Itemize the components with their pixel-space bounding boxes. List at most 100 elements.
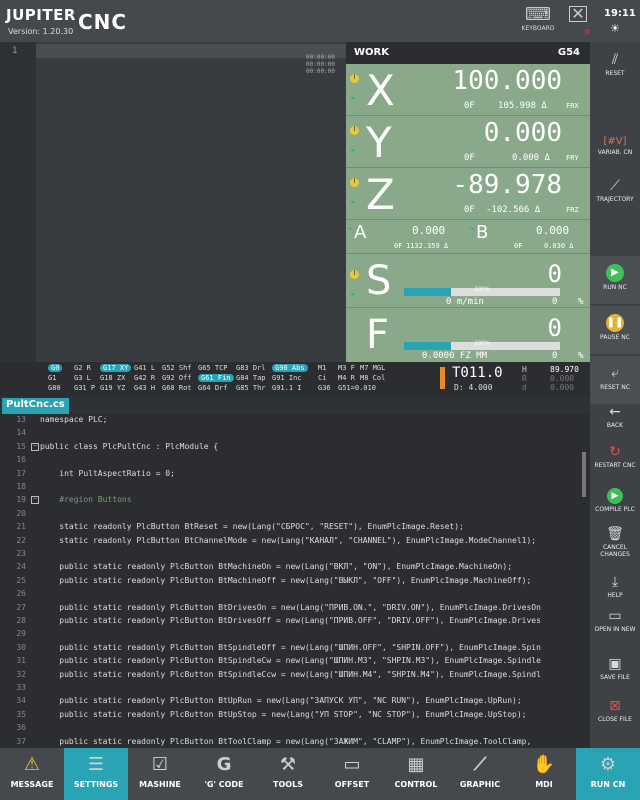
tool-h-label: H xyxy=(522,365,527,374)
code-line[interactable]: public class PlcPultCnc : PlcModule { xyxy=(40,442,218,451)
fold-toggle-icon[interactable]: − xyxy=(31,442,39,451)
variab-label: VARIAB. CN xyxy=(597,149,633,156)
gcode-item: G64 Drf xyxy=(198,384,228,392)
drive-icon: ⌁ xyxy=(470,224,475,233)
tab-pultcnc[interactable]: PultCnc.cs xyxy=(2,398,69,414)
gcode-item: G83 Drl xyxy=(236,364,266,372)
keyboard-button[interactable]: ⌨ KEYBOARD xyxy=(518,4,558,32)
axis-b-letter: B xyxy=(476,222,489,243)
nav-tools-button[interactable]: ⚒ TOOLS xyxy=(256,748,320,800)
tool-h-value: 89.970 xyxy=(550,365,579,374)
editor-scrollbar[interactable] xyxy=(582,452,586,497)
feed-pct: % xyxy=(578,351,584,361)
feed-override-bar[interactable]: 100% xyxy=(404,341,560,350)
axis-x-feed: 0F xyxy=(464,101,475,111)
axis-a-delta: 1132.359 Δ xyxy=(406,242,449,250)
nav-settings-button[interactable]: ☰ SETTINGS xyxy=(64,748,128,800)
axis-y-unit: FRY xyxy=(566,154,579,162)
brightness-icon[interactable]: ☀ xyxy=(610,22,620,35)
axis-z-row[interactable]: ! ⌁ Z -89.978 0F -102.566 Δ FRZ xyxy=(346,168,590,220)
gcode-item: G43 H xyxy=(134,384,156,392)
program-view[interactable]: 1 00:00:00 00:00:00 00:00:00 xyxy=(0,42,346,362)
code-line[interactable]: public static readonly PlcButton BtDrive… xyxy=(40,603,541,612)
code-line[interactable]: public static readonly PlcButton BtToolC… xyxy=(40,737,536,746)
reset-nc-button[interactable]: ⤶ RESET NC xyxy=(590,356,640,404)
trajectory-button[interactable]: ⟋ TRAJECTORY xyxy=(590,178,640,203)
line-number: 27 xyxy=(16,602,26,612)
code-line[interactable]: static readonly PlcButton BtReset = new(… xyxy=(40,522,464,531)
open-label: OPEN IN NEW xyxy=(594,626,636,633)
gcode-item: G91 Inc xyxy=(272,374,302,382)
axis-y-letter: Y xyxy=(366,118,392,167)
axis-z-delta: -102.566 Δ xyxy=(486,205,541,215)
spindle-row[interactable]: ! ⌁ S 0 100% 0 m/min 0 % xyxy=(346,254,590,308)
code-line[interactable]: public static readonly PlcButton BtSpind… xyxy=(40,643,541,652)
nav-label: MASHINE xyxy=(139,780,181,789)
nav-label: SETTINGS xyxy=(73,780,119,789)
compile-label: COMPILE PLC xyxy=(595,506,635,513)
code-line[interactable]: public static readonly PlcButton BtUpSto… xyxy=(40,710,526,719)
axis-y-value: 0.000 xyxy=(483,118,562,148)
gcode-item: G0 xyxy=(48,364,63,372)
axis-y-delta: 0.000 Δ xyxy=(512,153,550,163)
restart-icon: ↻ xyxy=(609,444,621,460)
checklist-icon: ☑ xyxy=(151,754,169,775)
code-line[interactable]: public static readonly PlcButton BtMachi… xyxy=(40,576,531,585)
code-line[interactable]: #region Buttons xyxy=(40,495,131,504)
code-line[interactable]: static readonly PlcButton BtChannelMode … xyxy=(40,536,536,545)
variab-cn-button[interactable]: [#V] VARIAB. CN xyxy=(590,136,640,156)
code-line[interactable]: int PultAspectRatio = 0; xyxy=(40,469,175,478)
back-button[interactable]: ← BACK xyxy=(590,404,640,429)
run-nc-button[interactable]: ▶ RUN NC xyxy=(590,256,640,304)
trajectory-icon: ⟋ xyxy=(610,178,620,194)
tool-r-value: 0.000 xyxy=(550,374,575,383)
code-line[interactable]: public static readonly PlcButton BtSpind… xyxy=(40,670,541,679)
cancel-changes-button[interactable]: 🗑 CANCEL CHANGES xyxy=(590,526,640,558)
code-line[interactable]: public static readonly PlcButton BtSpind… xyxy=(40,656,541,665)
code-line[interactable]: public static readonly PlcButton BtMachi… xyxy=(40,562,512,571)
gcode-item: G90 Abs xyxy=(272,364,308,372)
close-count-badge: 0 xyxy=(585,28,590,36)
program-current-line[interactable] xyxy=(36,44,346,58)
open-in-new-button[interactable]: ▭ OPEN IN NEW xyxy=(590,608,640,633)
close-file-button[interactable]: ⊠ CLOSE FILE xyxy=(590,698,640,723)
fold-toggle-icon[interactable]: − xyxy=(31,496,39,505)
restart-cnc-button[interactable]: ↻ RESTART CNC xyxy=(590,444,640,469)
nav-mashine-button[interactable]: ☑ MASHINE xyxy=(128,748,192,800)
nav-control-button[interactable]: ▦ CONTROL xyxy=(384,748,448,800)
save-file-button[interactable]: ▣ SAVE FILE xyxy=(590,656,640,681)
warning-icon: ⚠ xyxy=(23,754,41,775)
nav-label: 'G' CODE xyxy=(204,780,244,789)
code-line[interactable]: public static readonly PlcButton BtDrive… xyxy=(40,616,541,625)
spindle-override-bar[interactable]: 100% xyxy=(404,287,560,296)
nav-mdi-button[interactable]: ✋ MDI xyxy=(512,748,576,800)
code-line[interactable]: public static readonly PlcButton BtUpRun… xyxy=(40,696,521,705)
axis-y-row[interactable]: ! ⌁ Y 0.000 0F 0.000 Δ FRY xyxy=(346,116,590,168)
code-editor[interactable]: 13 namespace PLC; 14 15 public class PlcPult… xyxy=(0,414,590,748)
compile-icon: ▶ xyxy=(607,488,623,504)
close-app-button[interactable]: ✕ 0 xyxy=(565,4,591,36)
reset-nc-label: RESET NC xyxy=(600,384,630,391)
nav-graphic-button[interactable]: ⟋ GRAPHIC xyxy=(448,748,512,800)
gcode-item: G84 Tap xyxy=(236,374,266,382)
axis-ab-row[interactable]: ⌁ A 0.000 0F 1132.359 Δ ⌁ B 0.000 0F 0.0… xyxy=(346,220,590,254)
compile-plc-button[interactable]: ▶ COMPILE PLC xyxy=(590,488,640,513)
gcode-item: M1 xyxy=(318,364,327,372)
time-3: 00:00:00 xyxy=(306,68,335,75)
line-number: 16 xyxy=(16,455,26,465)
axis-x-row[interactable]: ! ⌁ X 100.000 0F 105.998 Δ FRX xyxy=(346,64,590,116)
nav-run-cn-button[interactable]: ⚙ RUN CN xyxy=(576,748,640,800)
back-arrow-icon: ← xyxy=(609,404,621,420)
pause-nc-button[interactable]: ❚❚ PAUSE NC xyxy=(590,306,640,354)
feed-row[interactable]: F 0 100% 0.0000 FZ MM 0 % xyxy=(346,308,590,362)
reset-button[interactable]: ⫽ RESET xyxy=(590,52,640,77)
nav-message-button[interactable]: ⚠ MESSAGE xyxy=(0,748,64,800)
code-line[interactable]: namespace PLC; xyxy=(40,415,107,424)
nav-g-code-button[interactable]: Ǥ 'G' CODE xyxy=(192,748,256,800)
drive-icon: ⌁ xyxy=(350,290,356,300)
line-number: 18 xyxy=(16,482,26,491)
sliders-icon: ☰ xyxy=(87,754,105,775)
nav-offset-button[interactable]: ▭ OFFSET xyxy=(320,748,384,800)
gcode-item: M3 F xyxy=(338,364,355,372)
help-button[interactable]: ⤓ HELP xyxy=(590,574,640,599)
